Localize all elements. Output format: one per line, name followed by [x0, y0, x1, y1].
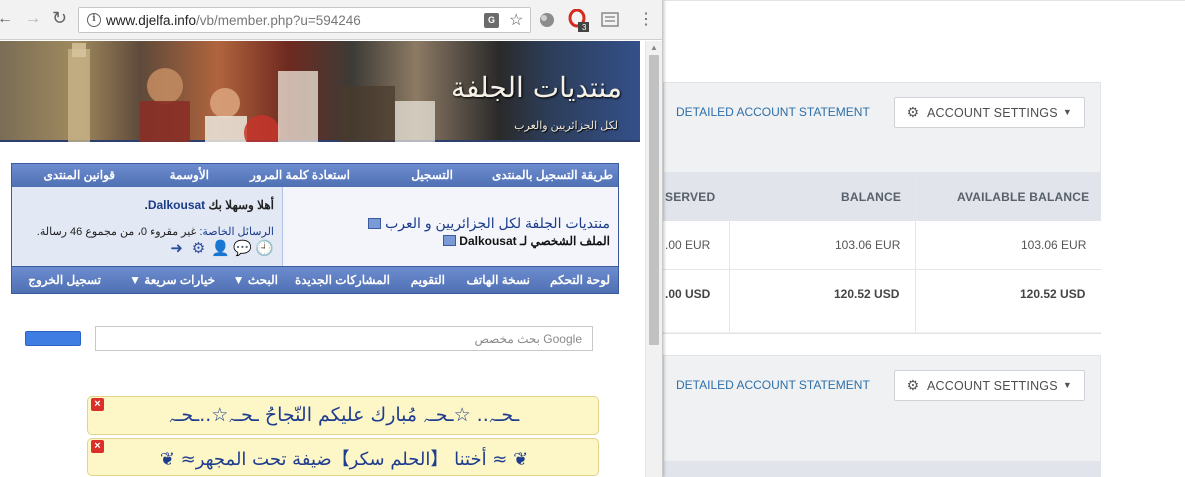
announcement-text[interactable]: ـحـﮧ.. ☆ـحـﮧ مُبارك عليكم النّجاحُ ـحـﮧ☆… [88, 404, 600, 426]
nav-new-posts[interactable]: المشاركات الجديدة [295, 273, 390, 287]
page-divider [663, 0, 1185, 1]
profile-title: الملف الشخصي لـ Dalkousat [439, 234, 610, 248]
forum-logo[interactable]: منتديات الجلفة [451, 71, 622, 104]
nav-search[interactable]: البحث ▼ [233, 273, 278, 287]
cast-icon[interactable] [601, 12, 619, 27]
scrollbar[interactable]: ▲ [645, 41, 662, 477]
back-icon[interactable]: ← [0, 10, 13, 28]
private-messages[interactable]: الرسائل الخاصة: غير مقروء 0، من مجموع 46… [37, 225, 274, 238]
account-settings-label: ACCOUNT SETTINGS [927, 105, 1058, 120]
announcement-banner: × ❦ ≈ أختنا 【الحلم سكر】ضيفة تحت المجهر≈ … [87, 438, 599, 476]
profile-icon [442, 235, 456, 246]
url-text: www.djelfa.info/vb/member.php?u=594246 [106, 13, 361, 28]
nav-rules[interactable]: قوانين المنتدى [43, 168, 115, 182]
gear-icon: ⚙ [906, 104, 920, 120]
row-divider [663, 269, 1101, 270]
browser-toolbar: ← → ↻ i www.djelfa.info/vb/member.php?u=… [0, 0, 662, 40]
nav-quick-options[interactable]: خيارات سريعة ▼ [129, 273, 215, 287]
column-divider [729, 172, 730, 332]
scrollbar-thumb[interactable] [649, 55, 659, 345]
address-bar[interactable]: i www.djelfa.info/vb/member.php?u=594246… [78, 7, 531, 33]
bookmark-star-icon[interactable]: ☆ [509, 10, 523, 30]
nav-calendar[interactable]: التقويم [411, 273, 445, 287]
info-icon[interactable]: i [87, 13, 101, 27]
welcome-text: أهلا وسهلا بك Dalkousat. [144, 198, 274, 212]
opera-extension-icon[interactable] [568, 9, 590, 33]
cell-available: 103.06 EUR [1021, 238, 1087, 252]
welcome-row: أهلا وسهلا بك Dalkousat. الرسائل الخاصة:… [12, 187, 618, 266]
user-panel: أهلا وسهلا بك Dalkousat. الرسائل الخاصة:… [12, 187, 283, 266]
google-search-input[interactable]: Google بحث مخصص [95, 326, 593, 351]
cell-balance: 120.52 USD [834, 287, 900, 301]
settings-gear-icon[interactable]: ⚙ [189, 239, 208, 257]
column-available-balance: AVAILABLE BALANCE [957, 190, 1090, 204]
account-settings-label: ACCOUNT SETTINGS [927, 378, 1058, 393]
forum-navbar: طريقة التسجيل بالمنتدى التسجيل استعادة ك… [11, 163, 619, 294]
announcement-banner: × ـحـﮧ.. ☆ـحـﮧ مُبارك عليكم النّجاحُ ـحـ… [87, 396, 599, 435]
clock-icon[interactable]: 🕘 [255, 239, 274, 257]
nav-register[interactable]: التسجيل [411, 168, 453, 182]
column-balance: BALANCE [841, 190, 902, 204]
announcement-text[interactable]: ❦ ≈ أختنا 【الحلم سكر】ضيفة تحت المجهر≈ ❦ [88, 445, 600, 471]
extension-icon[interactable] [538, 11, 556, 29]
nav-medals[interactable]: الأوسمة [170, 168, 209, 182]
gear-icon: ⚙ [906, 377, 920, 393]
scroll-up-icon[interactable]: ▲ [650, 43, 658, 52]
caret-down-icon: ▼ [1062, 380, 1072, 390]
detailed-statement-link[interactable]: DETAILED ACCOUNT STATEMENT [676, 105, 870, 119]
extension-badge: 3 [582, 23, 587, 32]
add-friend-icon[interactable]: 👤 [211, 239, 230, 257]
top-nav: طريقة التسجيل بالمنتدى التسجيل استعادة ك… [12, 164, 618, 187]
account-settings-button-2[interactable]: ⚙ ACCOUNT SETTINGS ▼ [894, 370, 1085, 401]
nav-recover-password[interactable]: استعادة كلمة المرور [250, 168, 350, 182]
table-header-2 [663, 461, 1101, 477]
caret-down-icon: ▼ [1062, 107, 1072, 117]
cell-reserved: .00 EUR [665, 238, 711, 252]
cell-balance: 103.06 EUR [835, 238, 901, 252]
forum-title-link[interactable]: منتديات الجلفة لكل الجزائريين و العرب [364, 215, 610, 232]
column-divider [915, 172, 916, 332]
nav-mobile-version[interactable]: نسخة الهاتف [467, 273, 531, 287]
account-settings-button[interactable]: ⚙ ACCOUNT SETTINGS ▼ [894, 97, 1085, 128]
forward-icon[interactable]: → [25, 10, 41, 28]
search-button[interactable] [25, 331, 81, 346]
web-content: منتديات الجلفة لكل الجزائريين والعرب طري… [0, 41, 645, 477]
column-reserved: SERVED [665, 190, 716, 204]
nav-register-howto[interactable]: طريقة التسجيل بالمنتدى [492, 168, 613, 182]
reload-icon[interactable]: ↻ [52, 8, 67, 29]
messages-icon[interactable]: 💬 [233, 239, 252, 257]
logout-arrow-icon[interactable]: ➜ [167, 239, 186, 257]
cell-available: 120.52 USD [1020, 287, 1086, 301]
nav-control-panel[interactable]: لوحة التحكم [550, 273, 610, 287]
translate-icon[interactable]: G [484, 13, 499, 28]
username-link[interactable]: Dalkousat [148, 198, 205, 212]
cell-reserved: .00 USD [665, 287, 711, 301]
bottom-nav: لوحة التحكم نسخة الهاتف التقويم المشاركا… [12, 266, 618, 293]
forum-icon [368, 218, 382, 229]
nav-logout[interactable]: تسجيل الخروج [28, 273, 101, 287]
forum-logo-subtitle: لكل الجزائريين والعرب [514, 120, 618, 132]
search-placeholder: Google بحث مخصص [474, 332, 582, 346]
user-tools: ➜ ⚙ 👤 💬 🕘 [167, 239, 274, 257]
detailed-statement-link-2[interactable]: DETAILED ACCOUNT STATEMENT [676, 378, 870, 392]
balance-table: SERVED BALANCE AVAILABLE BALANCE .00 EUR… [663, 172, 1101, 332]
forum-banner: منتديات الجلفة لكل الجزائريين والعرب [0, 41, 640, 142]
browser-window: ← → ↻ i www.djelfa.info/vb/member.php?u=… [0, 0, 663, 477]
menu-icon[interactable]: ⋮ [638, 9, 654, 29]
